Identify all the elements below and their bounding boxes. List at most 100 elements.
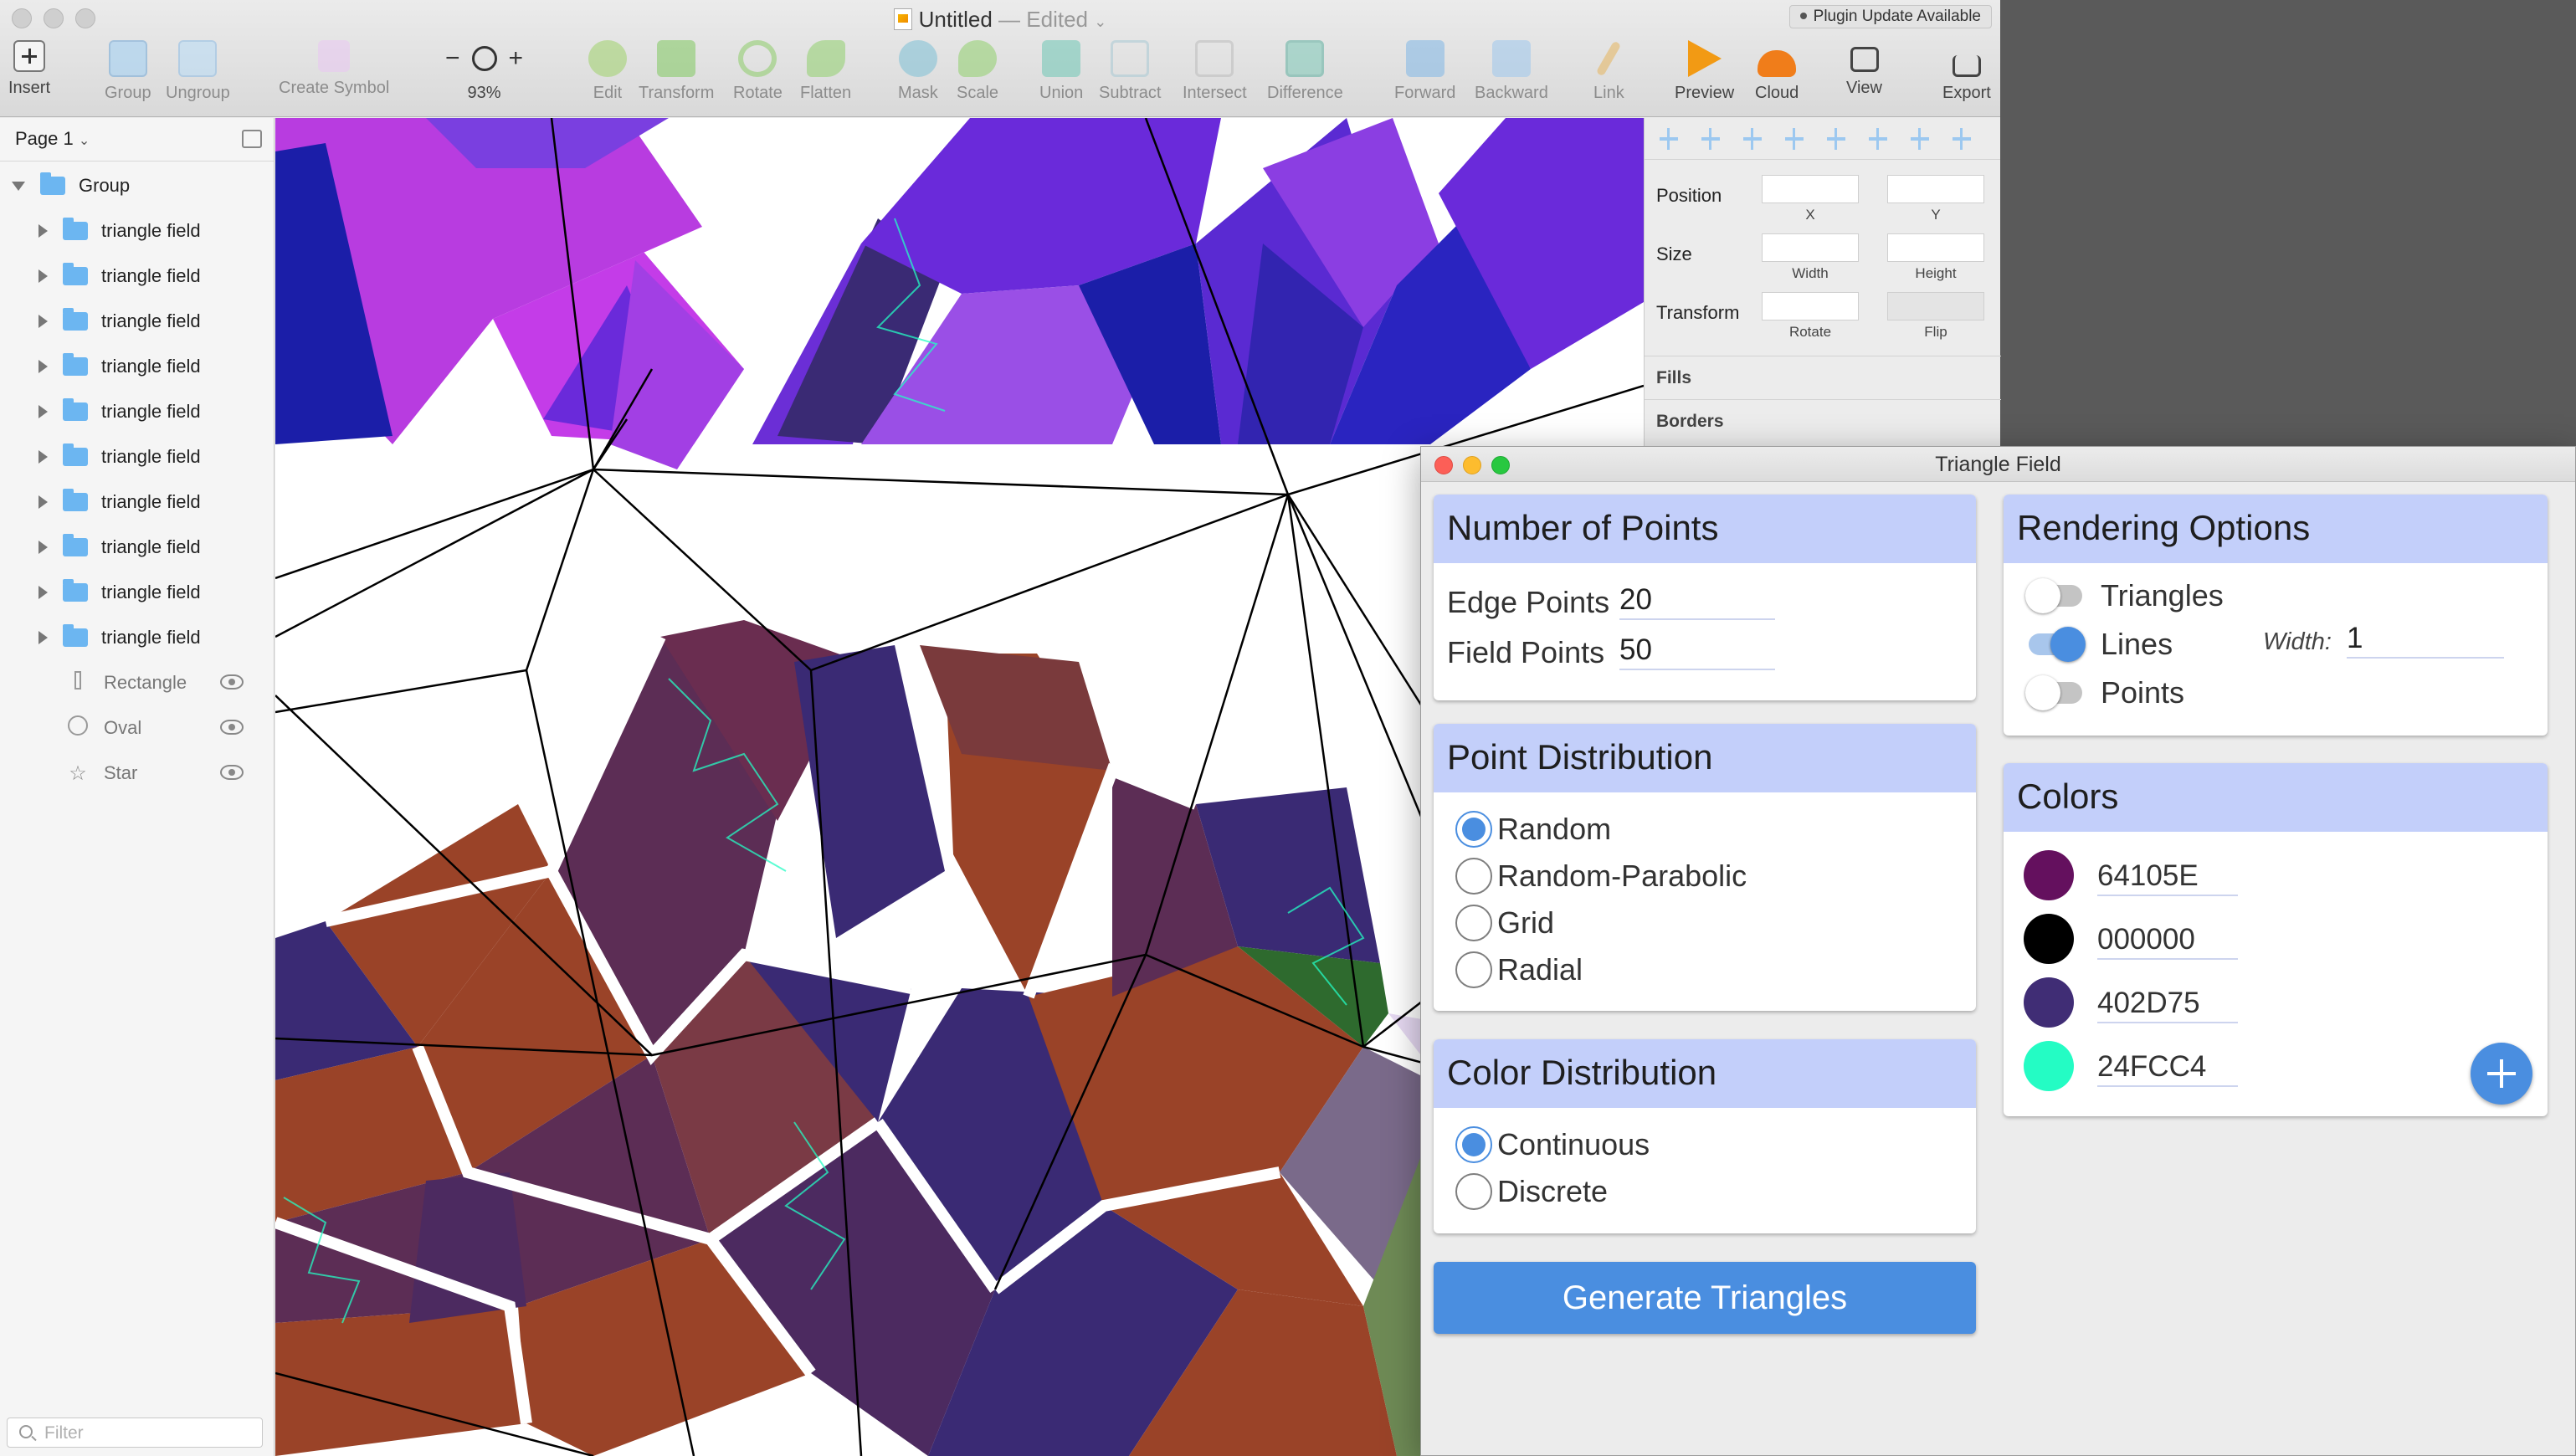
color-hex-input[interactable]: 24FCC4 <box>2097 1045 2238 1087</box>
layer-triangle-field[interactable]: triangle field <box>0 344 274 389</box>
radio-radial[interactable]: Radial <box>1455 951 1583 988</box>
color-row[interactable]: 000000 <box>2024 914 2238 964</box>
flatten-button[interactable]: Flatten <box>800 40 851 103</box>
color-row[interactable]: 402D75 <box>2024 977 2238 1028</box>
position-y-field[interactable] <box>1887 175 1984 203</box>
color-swatch[interactable] <box>2024 850 2074 900</box>
color-hex-input[interactable]: 402D75 <box>2097 982 2238 1023</box>
align-bottom-icon[interactable] <box>1949 127 1974 150</box>
align-right-icon[interactable] <box>1824 127 1849 150</box>
color-row[interactable]: 64105E <box>2024 850 2238 900</box>
add-color-button[interactable] <box>2471 1043 2532 1105</box>
group-button[interactable]: Group <box>105 40 151 103</box>
layer-triangle-field[interactable]: triangle field <box>0 389 274 434</box>
layer-star[interactable]: ☆ Star <box>0 751 274 796</box>
eye-icon[interactable] <box>220 720 244 735</box>
link-button[interactable]: Link <box>1593 40 1624 103</box>
disclosure-closed-icon[interactable] <box>38 224 48 238</box>
filter-input[interactable]: Filter <box>7 1418 263 1448</box>
color-hex-input[interactable]: 64105E <box>2097 854 2238 896</box>
disclosure-closed-icon[interactable] <box>38 631 48 644</box>
edit-button[interactable]: Edit <box>588 40 627 103</box>
points-toggle[interactable]: Points <box>2025 675 2184 710</box>
disclosure-closed-icon[interactable] <box>38 541 48 554</box>
field-points-input[interactable]: 50 <box>1619 630 1775 670</box>
color-swatch[interactable] <box>2024 914 2074 964</box>
plugin-update-badge[interactable]: Plugin Update Available <box>1788 5 1992 28</box>
disclosure-open-icon[interactable] <box>12 181 25 191</box>
align-center-icon[interactable] <box>1782 127 1807 150</box>
radio-random[interactable]: Random <box>1455 811 1611 848</box>
rotate-field[interactable] <box>1762 292 1859 320</box>
layer-triangle-field[interactable]: triangle field <box>0 570 274 615</box>
zoom-window-button[interactable] <box>1491 456 1510 474</box>
preview-button[interactable]: Preview <box>1675 40 1734 103</box>
difference-button[interactable]: Difference <box>1267 40 1343 103</box>
mask-button[interactable]: Mask <box>898 40 938 103</box>
layer-triangle-field[interactable]: triangle field <box>0 208 274 254</box>
width-field[interactable] <box>1762 233 1859 262</box>
union-button[interactable]: Union <box>1039 40 1083 103</box>
disclosure-closed-icon[interactable] <box>38 450 48 464</box>
distribute-vertical-icon[interactable] <box>1698 127 1723 150</box>
layer-group[interactable]: Group <box>0 163 274 208</box>
distribute-horizontal-icon[interactable] <box>1656 127 1681 150</box>
radio-grid[interactable]: Grid <box>1455 905 1554 941</box>
color-swatch[interactable] <box>2024 977 2074 1028</box>
scale-button[interactable]: Scale <box>957 40 998 103</box>
collapse-pages-icon[interactable] <box>242 130 262 148</box>
create-symbol-button[interactable]: Create Symbol <box>279 40 389 98</box>
transform-button[interactable]: Transform <box>639 40 714 103</box>
minimize-window-button[interactable] <box>1463 456 1481 474</box>
disclosure-closed-icon[interactable] <box>38 360 48 373</box>
view-button[interactable]: View <box>1846 40 1882 98</box>
position-x-field[interactable] <box>1762 175 1859 203</box>
align-left-icon[interactable] <box>1740 127 1765 150</box>
disclosure-closed-icon[interactable] <box>38 586 48 599</box>
layer-triangle-field[interactable]: triangle field <box>0 434 274 479</box>
radio-random-parabolic[interactable]: Random-Parabolic <box>1455 858 1747 895</box>
eye-icon[interactable] <box>220 765 244 780</box>
height-field[interactable] <box>1887 233 1984 262</box>
layer-triangle-field[interactable]: triangle field <box>0 299 274 344</box>
flip-control[interactable] <box>1887 292 1984 320</box>
zoom-control[interactable]: − + 93% <box>445 40 523 103</box>
insert-button[interactable]: Insert <box>8 40 50 98</box>
lines-toggle[interactable]: Lines <box>2029 627 2173 662</box>
zoom-out-icon[interactable]: − <box>445 44 460 73</box>
export-button[interactable]: Export <box>1942 40 1991 103</box>
generate-triangles-button[interactable]: Generate Triangles <box>1434 1262 1976 1334</box>
edge-points-input[interactable]: 20 <box>1619 580 1775 620</box>
triangles-toggle[interactable]: Triangles <box>2025 578 2224 613</box>
disclosure-closed-icon[interactable] <box>38 269 48 283</box>
disclosure-closed-icon[interactable] <box>38 315 48 328</box>
layer-triangle-field[interactable]: triangle field <box>0 525 274 570</box>
intersect-button[interactable]: Intersect <box>1183 40 1247 103</box>
layer-triangle-field[interactable]: triangle field <box>0 479 274 525</box>
zoom-in-icon[interactable]: + <box>509 44 524 73</box>
layer-triangle-field[interactable]: triangle field <box>0 254 274 299</box>
close-window-button[interactable] <box>1434 456 1453 474</box>
window-title[interactable]: Untitled — Edited ⌄ <box>0 7 2000 33</box>
layer-rectangle[interactable]: Rectangle <box>0 660 274 705</box>
cloud-button[interactable]: Cloud <box>1755 40 1799 103</box>
disclosure-closed-icon[interactable] <box>38 405 48 418</box>
fills-section[interactable]: Fills <box>1645 356 2001 399</box>
page-selector[interactable]: Page 1 ⌄ <box>0 118 274 161</box>
color-swatch[interactable] <box>2024 1041 2074 1091</box>
disclosure-closed-icon[interactable] <box>38 495 48 509</box>
radio-discrete[interactable]: Discrete <box>1455 1173 1608 1210</box>
forward-button[interactable]: Forward <box>1394 40 1455 103</box>
align-top-icon[interactable] <box>1865 127 1891 150</box>
line-width-input[interactable]: 1 <box>2347 618 2504 659</box>
color-row[interactable]: 24FCC4 <box>2024 1041 2238 1091</box>
radio-continuous[interactable]: Continuous <box>1455 1126 1650 1163</box>
layer-triangle-field[interactable]: triangle field <box>0 615 274 660</box>
eye-icon[interactable] <box>220 674 244 690</box>
color-hex-input[interactable]: 000000 <box>2097 918 2238 960</box>
subtract-button[interactable]: Subtract <box>1099 40 1161 103</box>
backward-button[interactable]: Backward <box>1475 40 1548 103</box>
layer-oval[interactable]: Oval <box>0 705 274 751</box>
align-middle-icon[interactable] <box>1907 127 1932 150</box>
borders-section[interactable]: Borders <box>1645 399 2001 443</box>
